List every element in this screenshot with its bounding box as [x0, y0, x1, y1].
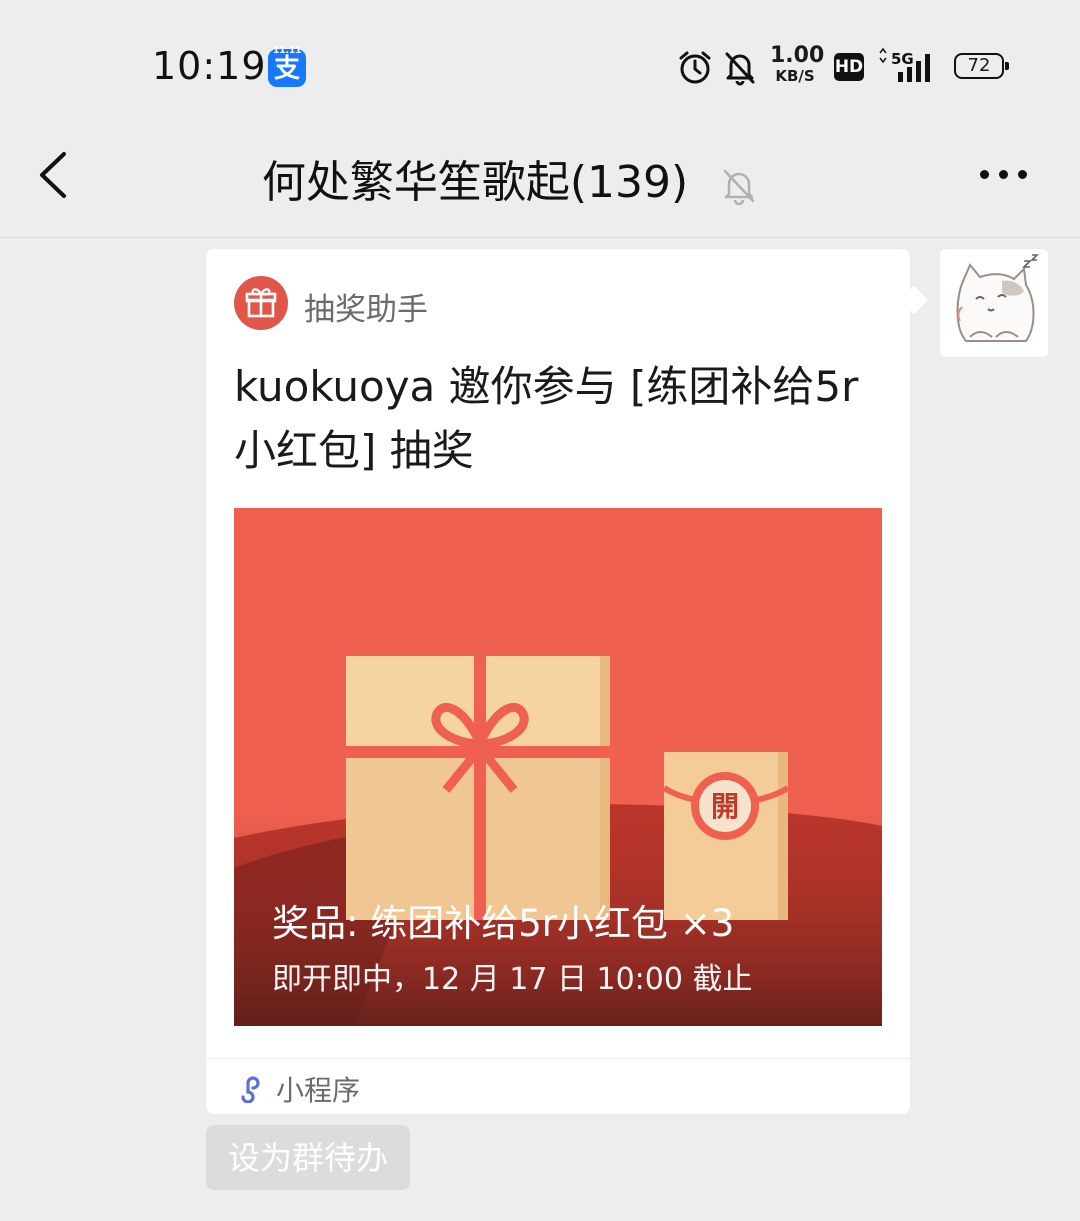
chat-title: 何处繁华笙歌起(139): [261, 157, 689, 208]
network-type-label: 5G: [891, 50, 914, 68]
mini-program-label: 小程序: [276, 1074, 361, 1107]
gift-illustration: 開: [234, 508, 882, 1026]
chat-title-wrap: 何处繁华笙歌起(139): [0, 146, 1020, 210]
avatar[interactable]: [940, 249, 1048, 357]
card-divider: [206, 1058, 910, 1059]
network-speed-unit: KB/S: [775, 67, 815, 85]
signal-icon: 5G: [879, 47, 930, 82]
alarm-icon: [679, 51, 711, 84]
card-cover-image[interactable]: 開 奖品: 练团补给5r小红包 ×3 即开即中，12 月 17 日 10:00 …: [234, 508, 882, 1026]
mini-program-icon: [241, 1076, 260, 1103]
card-title: kuokuoya 邀你参与 [练团补给5r小红包] 抽奖: [234, 362, 859, 475]
more-dots-icon[interactable]: [966, 158, 1040, 190]
network-speed: 1.00 KB/S: [770, 43, 825, 86]
card-source-name: 抽奖助手: [304, 292, 428, 328]
battery-icon: 72: [954, 53, 1009, 79]
status-time: 10:19: [152, 44, 267, 88]
network-speed-value: 1.00: [770, 43, 825, 68]
app-icon-glyph: 支: [273, 54, 300, 84]
hd-badge: HD: [834, 53, 864, 81]
cat-avatar-image: [940, 249, 1048, 357]
alipay-app-icon: 11.11 支: [268, 46, 306, 87]
mini-program-card[interactable]: 抽奖助手 kuokuoya 邀你参与 [练团补给5r小红包] 抽奖 開 奖品: …: [206, 249, 910, 1114]
chat-header: 何处繁华笙歌起(139): [0, 120, 1080, 238]
app-icon-tag: 11.11: [273, 46, 302, 56]
muted-bell-icon: [723, 169, 755, 205]
mute-bell-icon: [725, 52, 755, 86]
open-seal-glyph: 開: [711, 790, 739, 823]
deadline-text: 即开即中，12 月 17 日 10:00 截止: [272, 962, 753, 997]
status-bar: 10:19 11.11 支 1.00 KB/S HD 5G 72: [0, 0, 1080, 120]
gift-icon: [234, 276, 288, 330]
set-group-todo-button[interactable]: 设为群待办: [206, 1125, 410, 1190]
prize-text: 奖品: 练团补给5r小红包 ×3: [272, 902, 735, 945]
